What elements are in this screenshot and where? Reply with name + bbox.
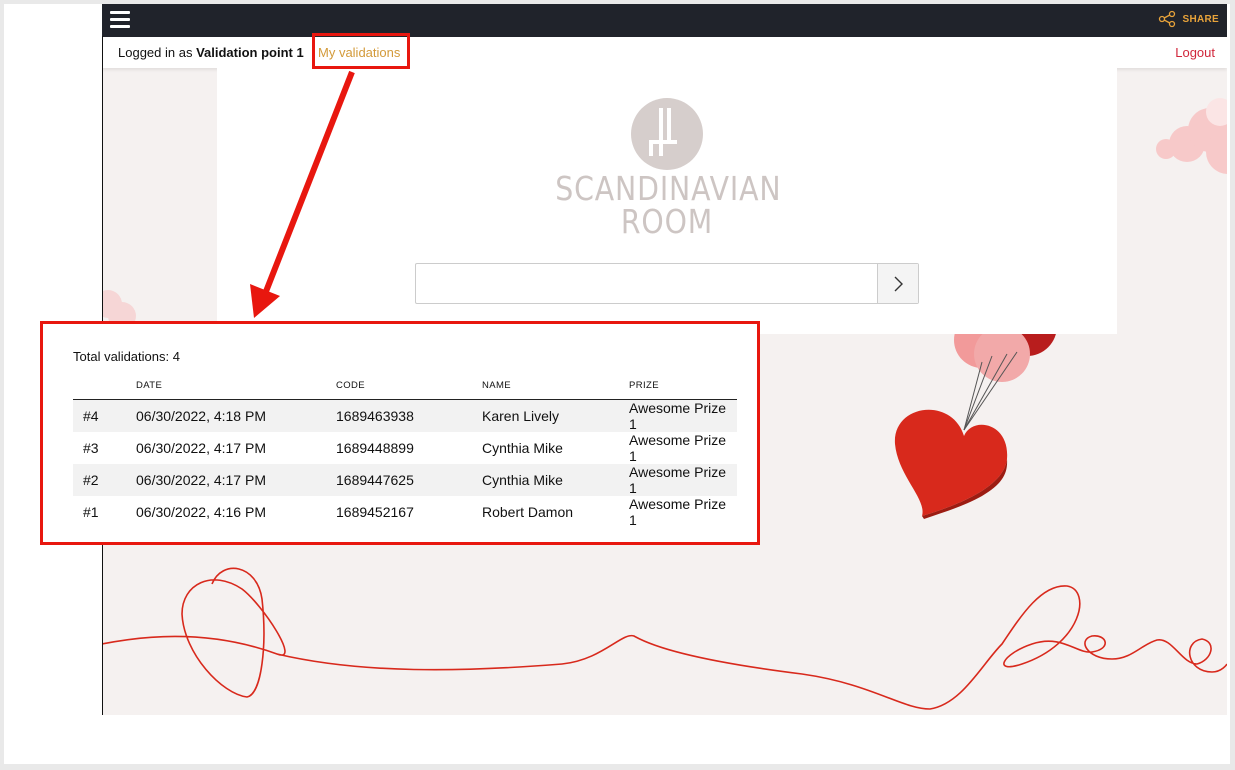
- row-prize: Awesome Prize 1: [629, 496, 727, 528]
- session-bar: Logged in as Validation point 1 My valid…: [102, 37, 1227, 68]
- row-index: #1: [83, 504, 99, 520]
- row-index: #2: [73, 464, 136, 496]
- row-name: Cynthia Mike: [482, 440, 563, 456]
- row-code: 1689452167: [336, 504, 414, 520]
- table-row: #3 06/30/2022, 4:17 PM 1689448899 Cynthi…: [73, 432, 737, 464]
- validations-panel: Total validations: 4 DATE CODE NAME PRIZ…: [40, 321, 760, 545]
- row-code: 1689447625: [336, 464, 482, 496]
- row-code: 1689463938: [336, 399, 482, 432]
- row-name: Cynthia Mike: [482, 464, 629, 496]
- share-label: SHARE: [1182, 13, 1219, 25]
- row-name: Karen Lively: [482, 399, 629, 432]
- love-script-decoration: [102, 567, 1227, 710]
- row-name: Robert Damon: [482, 504, 574, 520]
- row-prize: Awesome Prize 1: [629, 432, 727, 464]
- total-validations: Total validations: 4: [73, 349, 180, 364]
- brand-line-1: SCANDINAVIAN: [555, 169, 782, 208]
- logged-in-user: Validation point 1: [196, 45, 304, 60]
- column-header-index: [73, 376, 136, 400]
- share-button[interactable]: SHARE: [1158, 10, 1219, 28]
- table-row: #1 06/30/2022, 4:16 PM 1689452167 Robert…: [73, 496, 737, 528]
- brand-logo-text: SCANDINAVIAN ROOM: [555, 169, 782, 241]
- row-date: 06/30/2022, 4:17 PM: [136, 440, 266, 456]
- column-header-name: NAME: [482, 376, 629, 400]
- cloud-right-decoration: [1156, 98, 1227, 174]
- validation-card: SCANDINAVIAN ROOM: [217, 68, 1117, 334]
- row-prize: Awesome Prize 1: [629, 464, 737, 496]
- table-row: #4 06/30/2022, 4:18 PM 1689463938 Karen …: [73, 399, 737, 432]
- table-header-row: DATE CODE NAME PRIZE: [73, 376, 737, 400]
- logged-in-status: Logged in as Validation point 1: [118, 45, 304, 60]
- row-index: #3: [83, 440, 99, 456]
- table-row: #2 06/30/2022, 4:17 PM 1689447625 Cynthi…: [73, 464, 737, 496]
- code-input[interactable]: [416, 264, 876, 303]
- row-date: 06/30/2022, 4:16 PM: [136, 504, 266, 520]
- logged-in-prefix: Logged in as: [118, 45, 193, 60]
- column-header-date: DATE: [136, 376, 336, 400]
- annotation-highlight-box: [312, 33, 410, 69]
- scandinavian-room-logo-icon: [631, 98, 703, 170]
- row-code: 1689448899: [336, 440, 414, 456]
- logout-link[interactable]: Logout: [1175, 45, 1215, 60]
- column-header-code: CODE: [336, 376, 482, 400]
- row-date: 06/30/2022, 4:18 PM: [136, 399, 336, 432]
- submit-button[interactable]: [877, 264, 918, 303]
- column-header-prize: PRIZE: [629, 376, 737, 400]
- top-bar: SHARE: [102, 4, 1227, 37]
- heart-balloon-decoration: [894, 409, 1008, 519]
- validations-table: DATE CODE NAME PRIZE #4 06/30/2022, 4:18…: [73, 376, 737, 528]
- hamburger-menu-icon[interactable]: [110, 11, 130, 29]
- row-prize: Awesome Prize 1: [629, 399, 737, 432]
- code-search-box: [415, 263, 919, 304]
- row-index: #4: [73, 399, 136, 432]
- share-icon: [1159, 10, 1176, 28]
- brand-line-2: ROOM: [620, 202, 714, 241]
- row-date: 06/30/2022, 4:17 PM: [136, 464, 336, 496]
- chevron-right-icon: [894, 276, 903, 291]
